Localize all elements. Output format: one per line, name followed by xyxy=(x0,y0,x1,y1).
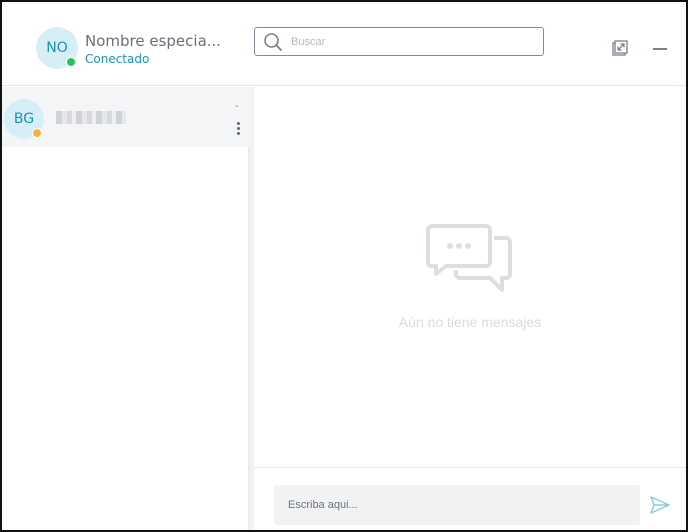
message-input[interactable] xyxy=(274,485,640,525)
send-icon[interactable] xyxy=(650,496,670,514)
user-status[interactable]: Conectado xyxy=(85,52,149,66)
contact-item[interactable]: BG - xyxy=(2,87,249,147)
minimize-icon[interactable] xyxy=(653,48,667,50)
message-composer xyxy=(254,467,686,530)
popout-icon[interactable] xyxy=(612,40,628,56)
search-box[interactable] xyxy=(254,27,544,56)
search-input[interactable] xyxy=(291,30,531,53)
message-area: Aún no tiene mensajes xyxy=(254,87,686,467)
contact-list: BG - xyxy=(2,87,249,530)
chat-bubbles-icon xyxy=(426,224,512,292)
empty-state-message: Aún no tiene mensajes xyxy=(398,314,542,330)
online-status-dot xyxy=(66,57,76,67)
chat-window: NO Nombre especia... Conectado BG - xyxy=(0,0,688,532)
contact-name-redacted xyxy=(56,111,126,124)
contact-last-time: - xyxy=(235,101,239,112)
user-name: Nombre especia... xyxy=(85,32,222,50)
more-options-icon[interactable] xyxy=(235,122,241,138)
search-icon xyxy=(264,33,282,51)
chat-header: NO Nombre especia... Conectado xyxy=(2,2,686,86)
away-status-dot xyxy=(32,128,42,138)
